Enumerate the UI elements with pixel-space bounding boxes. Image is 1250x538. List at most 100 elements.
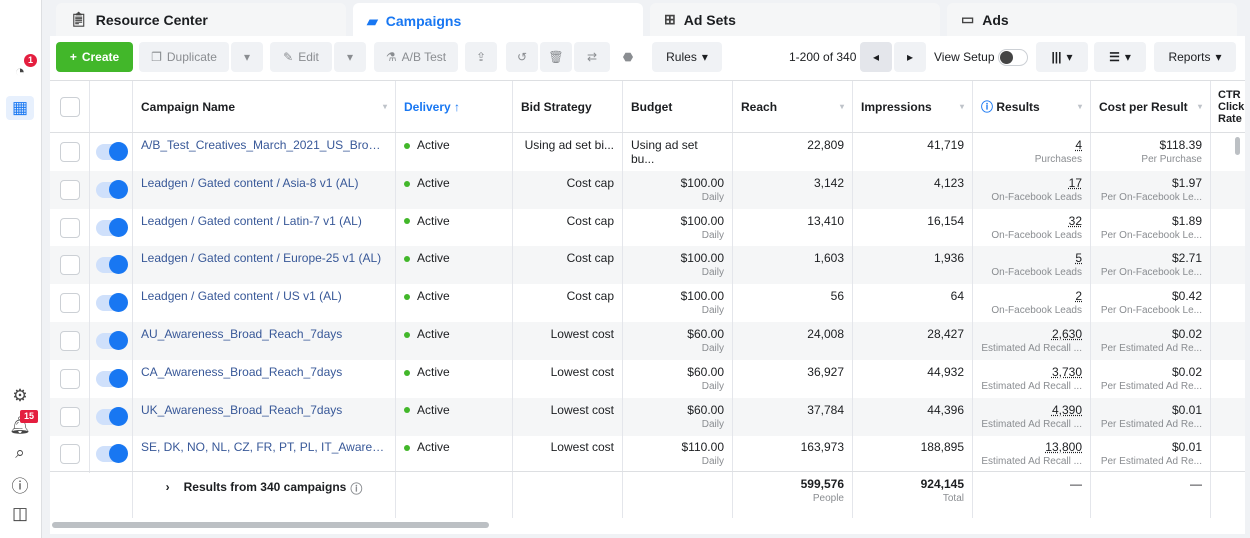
preview-icon[interactable]: ⇄ xyxy=(574,42,610,72)
horizontal-scrollbar[interactable] xyxy=(52,522,489,528)
table-row[interactable]: A/B_Test_Creatives_March_2021_US_Broad_.… xyxy=(50,133,1245,171)
dashboard-icon[interactable]: ◔ 1 xyxy=(8,54,38,84)
column-header-campaign-name[interactable]: Campaign Name ▾ xyxy=(133,81,396,132)
edit-button[interactable]: ✎ Edit xyxy=(270,42,332,72)
table-row[interactable]: UK_Awareness_Broad_Reach_7days Active Lowe… xyxy=(50,397,1245,436)
campaign-name-link[interactable]: Leadgen / Gated content / Europe-25 v1 (… xyxy=(141,251,387,265)
campaign-on-off-toggle[interactable] xyxy=(96,331,128,350)
column-header-reach[interactable]: Reach ▾ xyxy=(733,81,853,132)
undo-icon[interactable]: ↺ xyxy=(506,42,538,72)
campaign-name-cell[interactable]: CA_Awareness_Broad_Reach_7days xyxy=(133,359,396,398)
row-checkbox[interactable] xyxy=(59,406,80,427)
tag-icon[interactable]: ⬣ xyxy=(612,42,644,72)
results[interactable]: 4 xyxy=(1075,138,1082,152)
duplicate-button[interactable]: ❐ Duplicate xyxy=(139,42,229,72)
campaign-name-cell[interactable]: SE, DK, NO, NL, CZ, FR, PT, PL, IT_Aware… xyxy=(133,435,396,474)
row-checkbox[interactable] xyxy=(59,444,80,465)
row-checkbox[interactable] xyxy=(59,293,80,314)
results[interactable]: 4,390 xyxy=(1052,403,1082,417)
campaign-name-cell[interactable]: Leadgen / Gated content / Asia-8 v1 (AL) xyxy=(133,170,396,209)
campaign-on-off-toggle[interactable] xyxy=(96,217,128,237)
column-header-impressions[interactable]: Impressions ▾ xyxy=(853,81,973,132)
campaign-name-link[interactable]: UK_Awareness_Broad_Reach_7days xyxy=(141,403,387,417)
toggle-cell xyxy=(90,170,133,209)
campaign-name-link[interactable]: AU_Awareness_Broad_Reach_7days xyxy=(141,327,387,341)
tab-ad-sets[interactable]: ⊞ Ad Sets xyxy=(650,3,940,36)
campaign-name-link[interactable]: CA_Awareness_Broad_Reach_7days xyxy=(141,365,387,379)
results[interactable]: 3,730 xyxy=(1052,365,1082,379)
gear-icon[interactable]: ⚙ xyxy=(8,384,32,408)
campaign-name-link[interactable]: SE, DK, NO, NL, CZ, FR, PT, PL, IT_Aware… xyxy=(141,440,387,454)
tab-resource-center[interactable]: 📋︎ Resource Center xyxy=(56,3,346,36)
column-header-cost-per-result[interactable]: Cost per Result ▾ xyxy=(1091,81,1211,132)
next-page-button[interactable]: ▸ xyxy=(894,42,926,72)
help-icon[interactable]: ⓘ xyxy=(8,472,32,496)
table-row[interactable]: Leadgen / Gated content / Latin-7 v1 (AL… xyxy=(50,208,1245,247)
export-icon[interactable]: ⇪ xyxy=(465,42,497,72)
column-header-budget[interactable]: Budget xyxy=(623,81,733,132)
campaign-on-off-toggle[interactable] xyxy=(96,293,128,313)
bell-icon[interactable]: 🔔︎ 15 xyxy=(8,410,39,438)
table-row[interactable]: SE, DK, NO, NL, CZ, FR, PT, PL, IT_Aware… xyxy=(50,435,1245,474)
results[interactable]: 32 xyxy=(1069,214,1082,228)
campaign-name-cell[interactable]: Leadgen / Gated content / US v1 (AL) xyxy=(133,284,396,323)
table-row[interactable]: Leadgen / Gated content / US v1 (AL) Acti… xyxy=(50,284,1245,323)
sidebar: ◔ 1 ▦ ⚙ 🔔︎ 15 ⌕ ⓘ ◫ xyxy=(0,0,42,538)
campaign-name-link[interactable]: Leadgen / Gated content / US v1 (AL) xyxy=(141,289,387,303)
results[interactable]: 13,800 xyxy=(1045,440,1082,454)
campaign-name-link[interactable]: Leadgen / Gated content / Asia-8 v1 (AL) xyxy=(141,176,387,190)
search-icon[interactable]: ⌕ xyxy=(8,441,32,465)
rules-button[interactable]: Rules ▾ xyxy=(652,42,722,72)
campaign-name-link[interactable]: Leadgen / Gated content / Latin-7 v1 (AL… xyxy=(141,214,387,228)
results[interactable]: 5 xyxy=(1075,251,1082,265)
campaign-name-cell[interactable]: UK_Awareness_Broad_Reach_7days xyxy=(133,397,396,436)
campaign-name-cell[interactable]: AU_Awareness_Broad_Reach_7days xyxy=(133,322,396,360)
row-checkbox[interactable] xyxy=(59,368,80,389)
campaign-name-cell[interactable]: A/B_Test_Creatives_March_2021_US_Broad_.… xyxy=(133,133,396,171)
campaign-on-off-toggle[interactable] xyxy=(96,406,128,426)
trash-icon[interactable]: 🗑︎ xyxy=(540,42,572,72)
campaign-on-off-toggle[interactable] xyxy=(96,255,128,275)
campaign-on-off-toggle[interactable] xyxy=(96,142,128,161)
table-row[interactable]: CA_Awareness_Broad_Reach_7days Active Lowe… xyxy=(50,359,1245,398)
row-checkbox[interactable] xyxy=(59,142,80,162)
panel-toggle-icon[interactable]: ◫ xyxy=(8,502,32,526)
edit-dropdown[interactable]: ▾ xyxy=(334,42,366,72)
campaign-name-link[interactable]: A/B_Test_Creatives_March_2021_US_Broad_.… xyxy=(141,138,387,152)
column-header-results[interactable]: ⓘ Results ▾ xyxy=(973,81,1091,132)
row-checkbox[interactable] xyxy=(59,331,80,351)
campaign-name-cell[interactable]: Leadgen / Gated content / Latin-7 v1 (AL… xyxy=(133,208,396,247)
column-header-delivery[interactable]: Delivery ↑ xyxy=(396,81,513,132)
budget-cell: $100.00 Daily xyxy=(623,284,733,323)
breakdown-button[interactable]: ☰ ▾ xyxy=(1094,42,1146,72)
table-row[interactable]: Leadgen / Gated content / Europe-25 v1 (… xyxy=(50,246,1245,285)
duplicate-dropdown[interactable]: ▾ xyxy=(231,42,263,72)
row-checkbox[interactable] xyxy=(59,255,80,276)
campaigns-table-icon[interactable]: ▦ xyxy=(6,96,34,120)
column-header-bid-strategy[interactable]: Bid Strategy xyxy=(513,81,623,132)
results[interactable]: 17 xyxy=(1069,176,1082,190)
vertical-scrollbar[interactable] xyxy=(1235,137,1240,155)
row-checkbox[interactable] xyxy=(59,217,80,238)
tab-campaigns[interactable]: ▰ Campaigns xyxy=(353,3,643,39)
columns-button[interactable]: ||| ▾ xyxy=(1036,42,1088,72)
results[interactable]: 2 xyxy=(1075,289,1082,303)
row-checkbox[interactable] xyxy=(59,179,80,200)
create-button[interactable]: + Create xyxy=(56,42,133,72)
ab-test-button[interactable]: ⚗ A/B Test xyxy=(374,42,458,72)
view-setup-toggle[interactable] xyxy=(998,49,1028,66)
campaign-on-off-toggle[interactable] xyxy=(96,179,128,199)
results[interactable]: 2,630 xyxy=(1052,327,1082,341)
campaign-on-off-toggle[interactable] xyxy=(96,444,128,464)
prev-page-button[interactable]: ◂ xyxy=(860,42,892,72)
tab-ads[interactable]: ▭ Ads xyxy=(947,3,1237,36)
table-row[interactable]: AU_Awareness_Broad_Reach_7days Active Lowe… xyxy=(50,322,1245,360)
results-summary-toggle[interactable]: › Results from 340 campaigns ⓘ xyxy=(133,472,396,518)
campaign-name-cell[interactable]: Leadgen / Gated content / Europe-25 v1 (… xyxy=(133,246,396,285)
campaign-on-off-toggle[interactable] xyxy=(96,368,128,388)
budget: $60.00 xyxy=(687,364,724,379)
select-all-checkbox[interactable] xyxy=(59,96,80,117)
table-row[interactable]: Leadgen / Gated content / Asia-8 v1 (AL)… xyxy=(50,170,1245,209)
column-header-ctr[interactable]: CTR Click Rate xyxy=(1211,81,1245,132)
reports-button[interactable]: Reports ▾ xyxy=(1154,42,1236,72)
